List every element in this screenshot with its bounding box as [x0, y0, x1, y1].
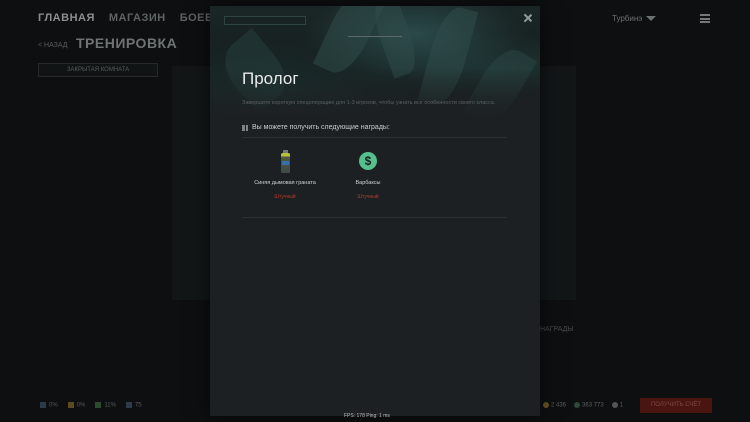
close-icon[interactable]	[523, 13, 533, 23]
currency-other: 1	[611, 402, 623, 409]
prologue-modal: Пролог Завершите короткую спецоперацию д…	[210, 6, 540, 416]
modal-title: Пролог	[242, 69, 299, 88]
divider	[242, 217, 507, 218]
hud-line	[348, 36, 402, 37]
back-link[interactable]: < НАЗАД	[38, 42, 68, 49]
user-menu[interactable]: Турбинэ	[612, 14, 657, 23]
divider	[242, 137, 507, 138]
fps-ping-readout: FPS: 178 Ping: 1 ms	[344, 413, 390, 419]
stat-item: 75	[126, 402, 142, 409]
currency-bar: 2 436 363 773 1	[543, 402, 623, 409]
reward-name: Синяя дымовая граната	[254, 180, 316, 186]
warbucks-icon: $	[359, 152, 377, 170]
reward-item[interactable]: $ Варбаксы Штучный	[323, 152, 413, 200]
token-icon	[611, 402, 618, 408]
reward-item[interactable]: Синяя дымовая граната Штучный	[240, 150, 330, 200]
get-account-button[interactable]: ПОЛУЧИТЬ СЧЁТ	[640, 398, 712, 413]
nav-item-shop[interactable]: МАГАЗИН	[109, 12, 166, 24]
stat-item: 11%	[95, 402, 116, 409]
gift-icon	[242, 124, 248, 131]
currency-warbucks: 363 773	[574, 402, 604, 409]
bottom-stats: 0% 0% 11% 75	[40, 402, 142, 409]
reward-tag: Штучный	[274, 194, 296, 200]
stat-item: 0%	[40, 402, 58, 409]
nav-item-home[interactable]: ГЛАВНАЯ	[38, 12, 95, 24]
stat-item: 0%	[68, 402, 86, 409]
rewards-heading-text: Вы можете получить следующие награды:	[252, 124, 390, 131]
hamburger-menu-icon[interactable]	[700, 14, 710, 23]
chevron-down-icon	[646, 16, 657, 22]
gold-coin-icon	[543, 402, 549, 408]
warbucks-coin-icon	[574, 402, 581, 408]
rewards-heading: Вы можете получить следующие награды:	[242, 124, 390, 131]
page-title: ТРЕНИРОВКА	[76, 35, 178, 51]
reward-name: Варбаксы	[355, 180, 381, 186]
username: Турбинэ	[612, 14, 643, 23]
closed-room-button[interactable]: ЗАКРЫТАЯ КОМНАТА	[38, 63, 158, 77]
hud-bar	[224, 16, 306, 25]
smoke-grenade-icon	[280, 150, 290, 173]
side-label: НАГРАДЫ	[540, 326, 574, 333]
modal-description: Завершите короткую спецоперацию для 1-3 …	[242, 100, 496, 106]
currency-gold: 2 436	[543, 402, 566, 409]
reward-tag: Штучный	[357, 194, 379, 200]
